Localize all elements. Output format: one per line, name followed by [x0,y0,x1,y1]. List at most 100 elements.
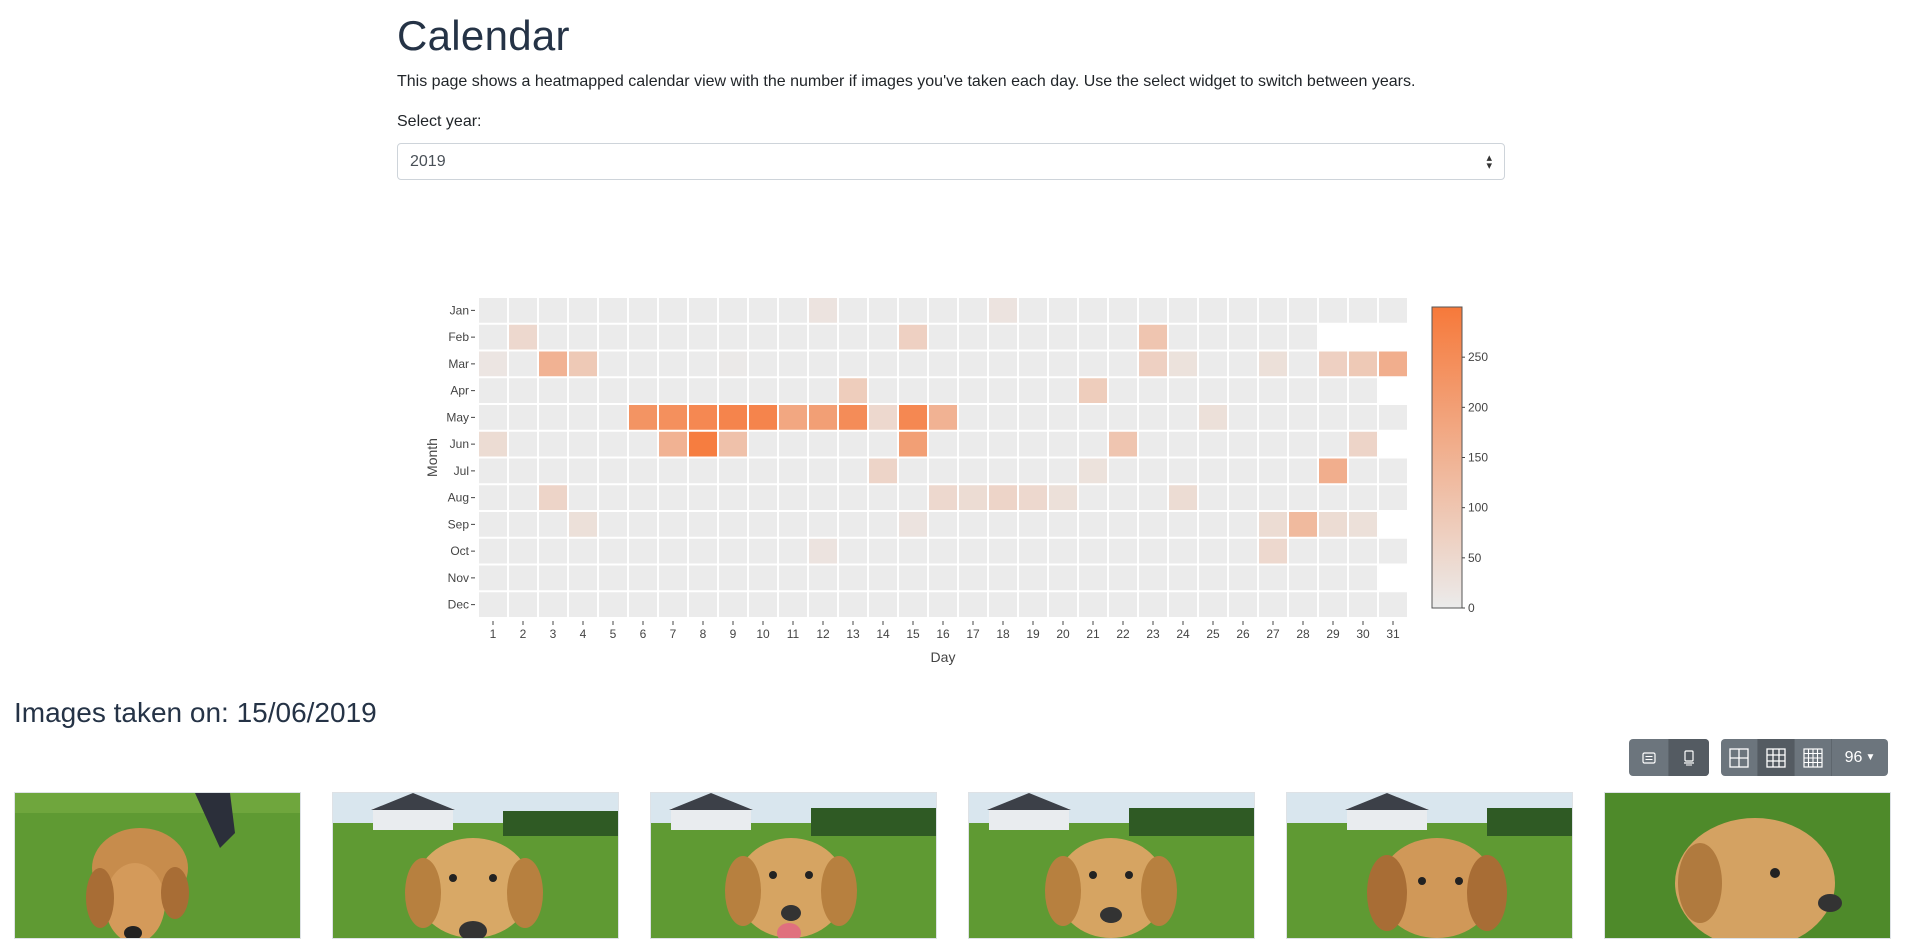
heatmap-cell [1169,351,1197,377]
heatmap-cell [1259,405,1287,430]
heatmap-cell [599,592,627,617]
heatmap-cell [509,512,537,537]
heatmap-cell [479,592,507,617]
thumbnail[interactable] [650,792,937,939]
heatmap-cell [1229,565,1257,591]
thumbnail[interactable] [1286,792,1573,939]
thumbnail[interactable] [14,792,301,939]
heatmap-cell [929,351,957,377]
heatmap-cell [1379,538,1407,564]
heatmap-cell [959,298,987,323]
heatmap-cell [1019,592,1047,617]
heatmap-cell [929,485,957,510]
heatmap-cell [749,298,777,323]
heatmap-cell [959,538,987,564]
heatmap-cell [539,298,567,323]
day-tick-label: 15 [906,627,920,641]
heatmap-cell [959,485,987,510]
heatmap-cell [1349,512,1377,537]
heatmap-cell [929,405,957,430]
heatmap-cell [689,298,717,323]
heatmap-cell [899,298,927,323]
heatmap-cell [539,565,567,591]
heatmap-cell [1319,351,1347,377]
heatmap-cell [1259,351,1287,377]
heatmap-cell [1109,565,1137,591]
heatmap-cell [659,485,687,510]
heatmap-cell [989,324,1017,350]
page-size-dropdown[interactable]: 96 ▼ [1832,739,1888,776]
heatmap-cell [809,298,837,323]
heatmap-cell [629,351,657,377]
heatmap-cell [1079,512,1107,537]
heatmap-cell [959,512,987,537]
heatmap-cell [989,592,1017,617]
grid-small-button[interactable] [1795,739,1832,776]
heatmap-cell [1379,351,1407,377]
heatmap-cell [659,351,687,377]
heatmap-cell [749,324,777,350]
heatmap-cell [1199,405,1227,430]
heatmap-cell [539,378,567,403]
heatmap-cell [629,485,657,510]
list-view-button[interactable] [1629,739,1669,776]
grid-large-icon [1729,747,1749,768]
day-tick-label: 8 [700,627,707,641]
heatmap-cell [929,538,957,564]
heatmap-cell [1229,538,1257,564]
day-tick-label: 25 [1206,627,1220,641]
heatmap-cell [629,298,657,323]
heatmap-cell [509,565,537,591]
heatmap-cell [959,431,987,457]
heatmap-cell [629,405,657,430]
day-tick-label: 24 [1176,627,1190,641]
heatmap-cell [1289,512,1317,537]
heatmap-cell [1169,592,1197,617]
heatmap-cell [1139,565,1167,591]
heatmap-cell [839,405,867,430]
heatmap-cell [1079,485,1107,510]
heatmap-cell [869,324,897,350]
heatmap-cell [839,485,867,510]
heatmap-cell [899,512,927,537]
month-tick-label: Sep [448,517,470,531]
card-view-button[interactable] [1669,739,1709,776]
thumbnail[interactable] [332,792,619,939]
heatmap-cell [959,378,987,403]
heatmap-cell [1019,512,1047,537]
heatmap-cell [689,324,717,350]
heatmap-cell [1319,485,1347,510]
grid-large-button[interactable] [1721,739,1758,776]
heatmap-cell [479,324,507,350]
heatmap-cell [1139,458,1167,484]
heatmap-cell [1199,538,1227,564]
day-tick-label: 23 [1146,627,1160,641]
day-tick-label: 17 [966,627,980,641]
thumbnail[interactable] [1604,792,1891,939]
heatmap-cell [809,431,837,457]
heatmap-cell [1289,485,1317,510]
heatmap-cell [1079,324,1107,350]
heatmap-cell [1199,351,1227,377]
heatmap-cell [1349,378,1377,403]
day-tick-label: 3 [550,627,557,641]
heatmap-cell [869,485,897,510]
heatmap-cell [959,324,987,350]
heatmap-cell [689,592,717,617]
grid-medium-button[interactable] [1758,739,1795,776]
heatmap-cell [1109,431,1137,457]
heatmap-cell [839,565,867,591]
heatmap-cell [659,565,687,591]
heatmap-cell [569,565,597,591]
heatmap-cell [1289,405,1317,430]
thumbnail[interactable] [968,792,1255,939]
heatmap-cell [749,512,777,537]
heatmap-cell [1139,512,1167,537]
heatmap-cell [1199,512,1227,537]
heatmap-cell [989,538,1017,564]
colorbar-tick-label: 250 [1468,350,1488,364]
heatmap-cell [1079,538,1107,564]
heatmap-cell [1049,378,1077,403]
grid-medium-icon [1766,747,1786,768]
heatmap-cell [959,592,987,617]
